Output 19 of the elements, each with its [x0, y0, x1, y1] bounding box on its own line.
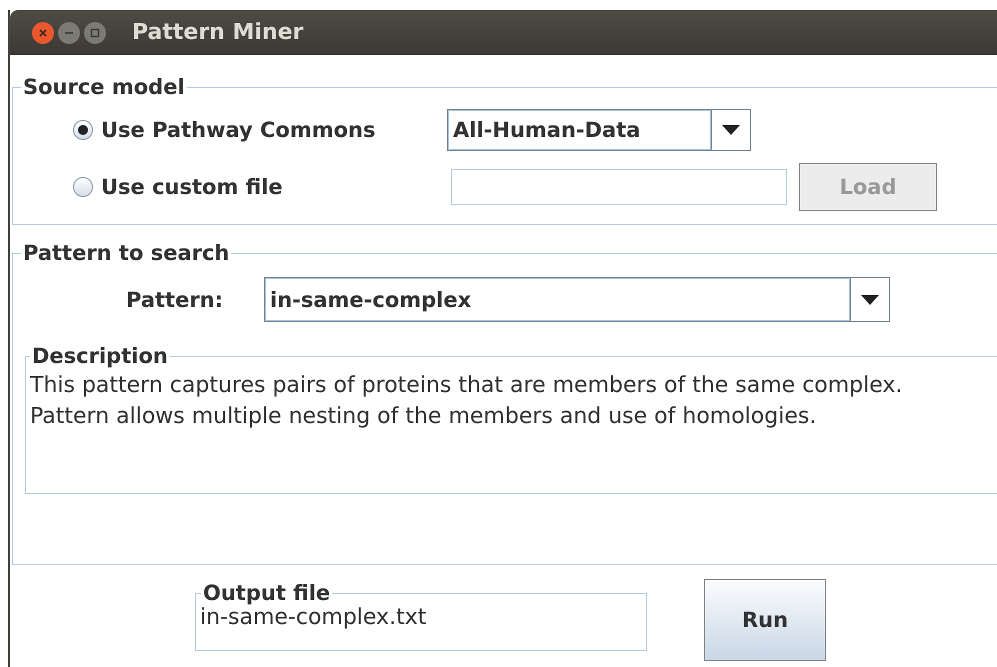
group-title: Pattern to search — [22, 241, 230, 265]
pattern-dropdown[interactable]: in-same-complex — [264, 277, 890, 322]
group-title: Output file — [202, 581, 332, 605]
description-text: This pattern captures pairs of proteins that are members of the same complex. Pattern allows multiple nesting of the members and use of homologies. — [29, 372, 904, 431]
radio-option[interactable]: Use custom file — [73, 175, 453, 199]
run-button[interactable]: Run — [704, 579, 826, 661]
dropdown-arrow-icon — [861, 294, 879, 304]
file-path-field[interactable] — [451, 169, 787, 205]
group-title: Source model — [22, 75, 186, 99]
dataset-dropdown[interactable]: All-Human-Data — [447, 109, 751, 151]
pattern-label: Pattern: — [126, 288, 224, 312]
minimize-icon[interactable] — [58, 22, 80, 44]
output-file-field[interactable]: Output file in-same-complex.txt — [195, 581, 647, 651]
window-title: Pattern Miner — [132, 20, 304, 45]
close-icon[interactable] — [32, 22, 54, 44]
maximize-icon[interactable] — [84, 22, 106, 44]
group-title: Description — [31, 344, 169, 368]
dropdown-arrow-icon — [722, 125, 740, 135]
output-file-value: in-same-complex.txt — [199, 605, 428, 630]
